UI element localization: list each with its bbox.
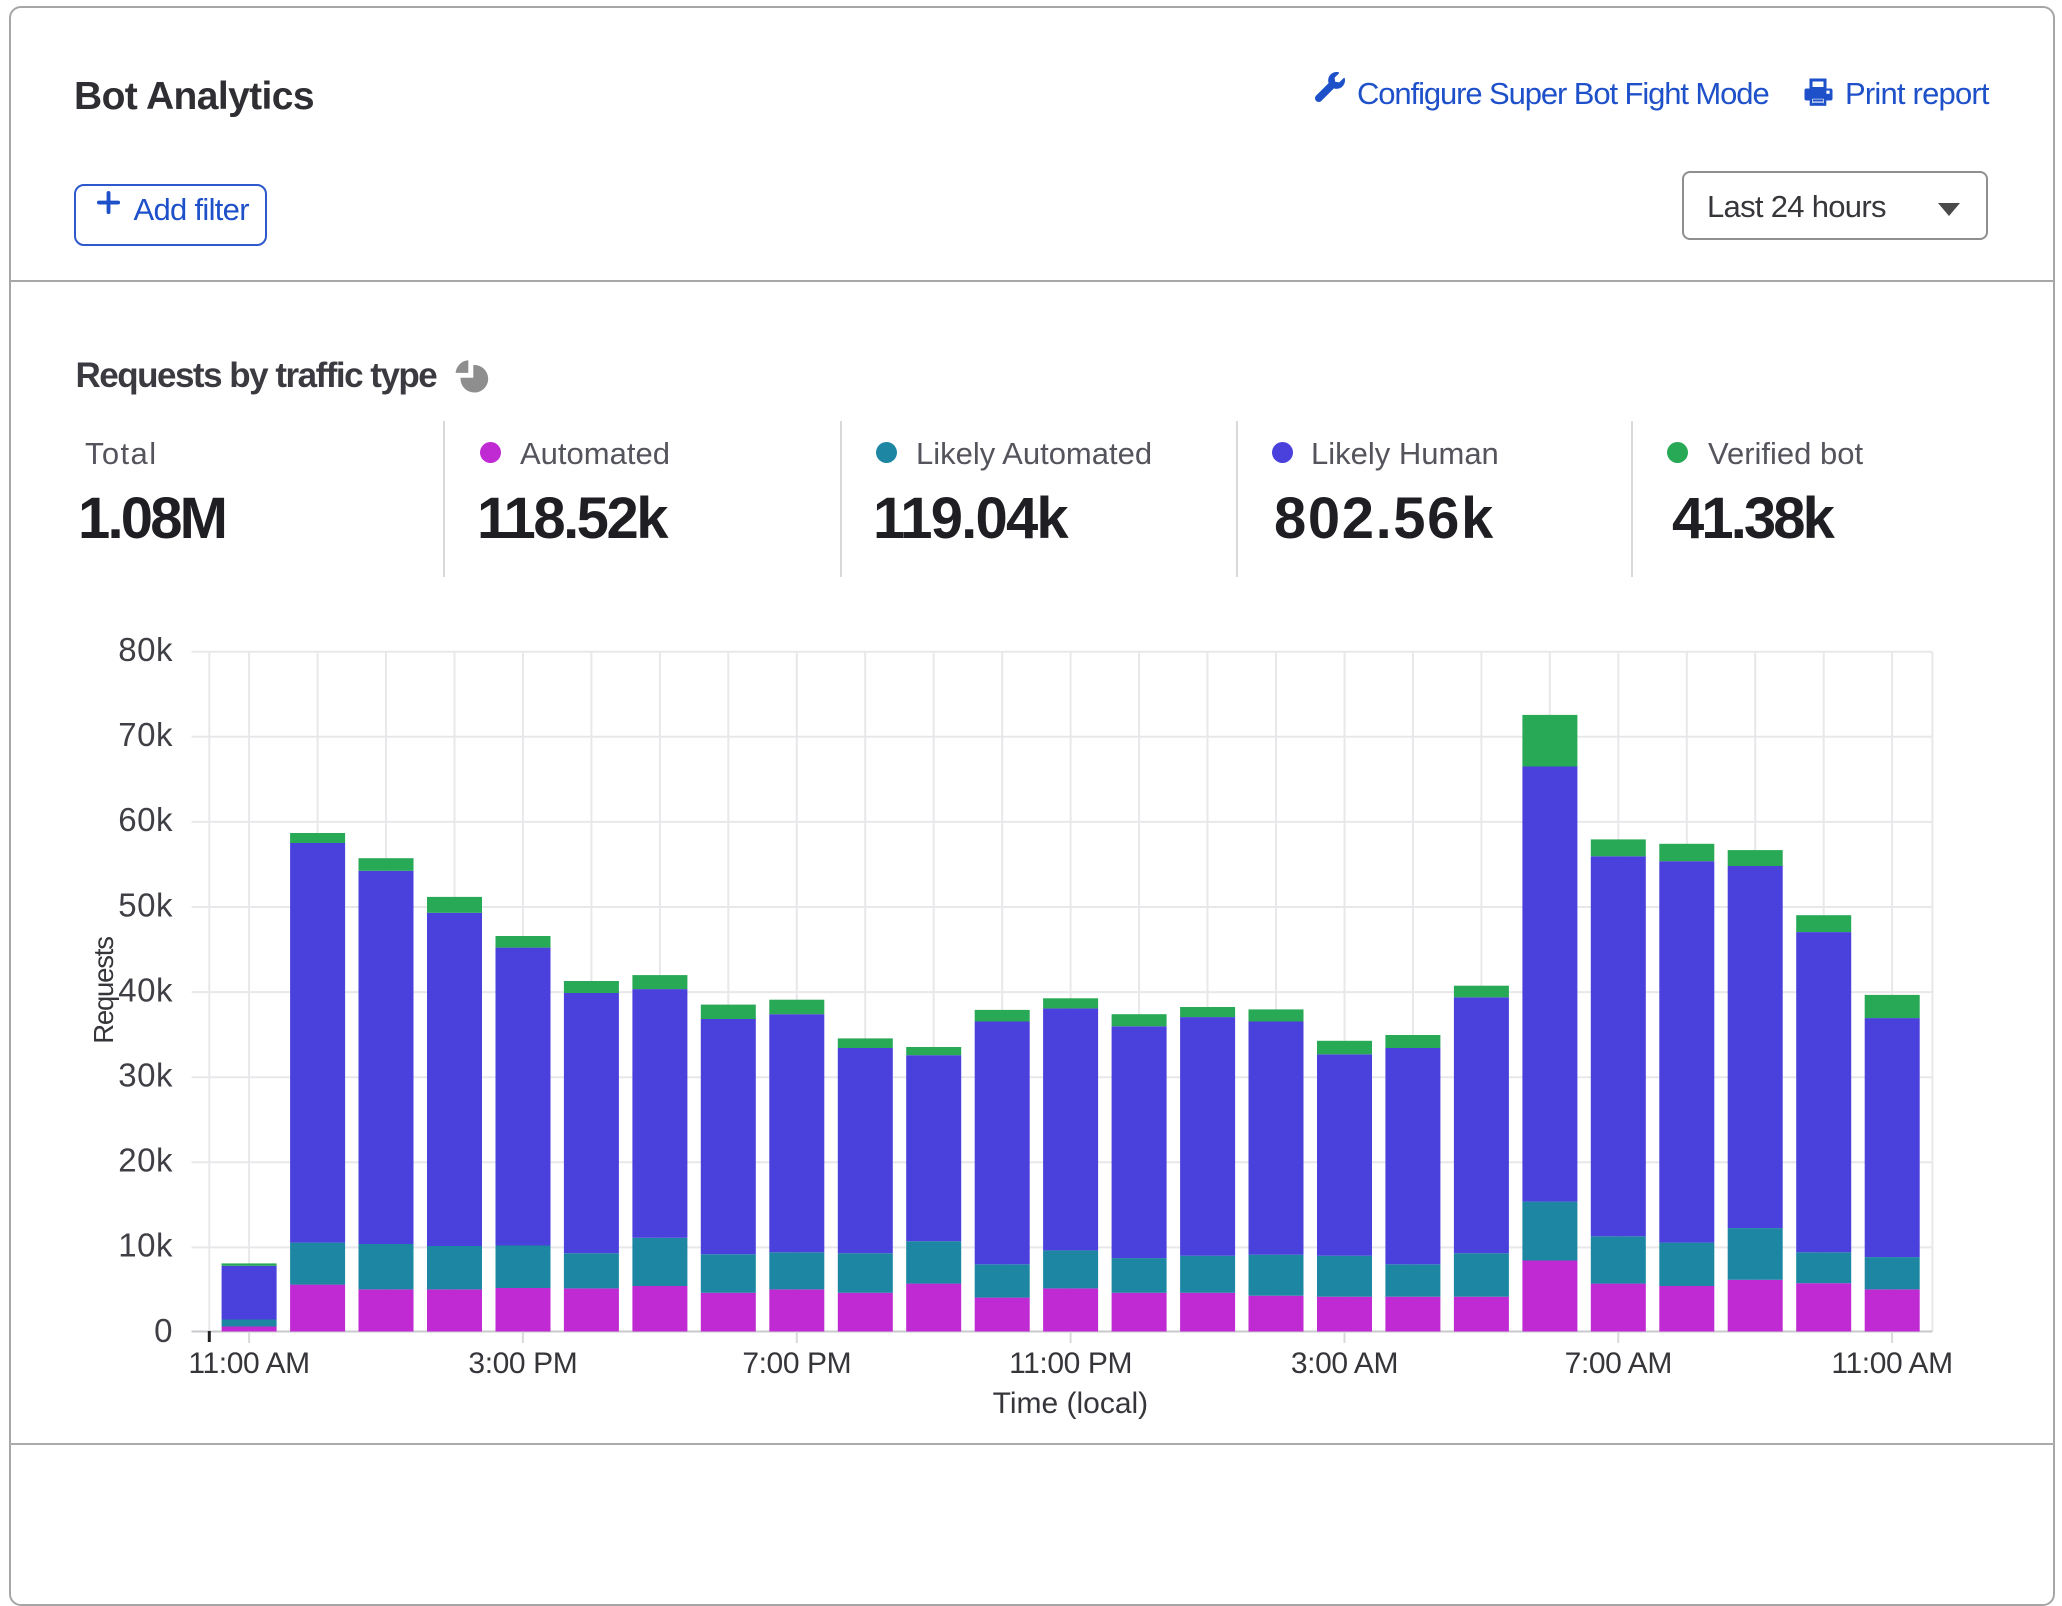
svg-text:10k: 10k	[118, 1227, 173, 1264]
svg-text:11:00 PM: 11:00 PM	[1009, 1347, 1132, 1380]
svg-text:7:00 PM: 7:00 PM	[742, 1347, 851, 1380]
svg-text:0: 0	[154, 1312, 173, 1349]
svg-text:60k: 60k	[118, 801, 173, 838]
svg-text:70k: 70k	[118, 716, 173, 753]
svg-text:Requests: Requests	[88, 937, 119, 1044]
svg-text:3:00 AM: 3:00 AM	[1291, 1347, 1398, 1380]
svg-text:20k: 20k	[118, 1142, 173, 1179]
svg-text:30k: 30k	[118, 1057, 173, 1094]
svg-text:80k: 80k	[118, 631, 173, 668]
svg-text:11:00 AM: 11:00 AM	[1831, 1347, 1952, 1380]
svg-text:Time (local): Time (local)	[993, 1387, 1149, 1420]
svg-text:50k: 50k	[118, 886, 173, 923]
svg-text:40k: 40k	[118, 971, 173, 1008]
svg-text:11:00 AM: 11:00 AM	[188, 1347, 309, 1380]
svg-text:3:00 PM: 3:00 PM	[468, 1347, 577, 1380]
svg-text:7:00 AM: 7:00 AM	[1565, 1347, 1672, 1380]
